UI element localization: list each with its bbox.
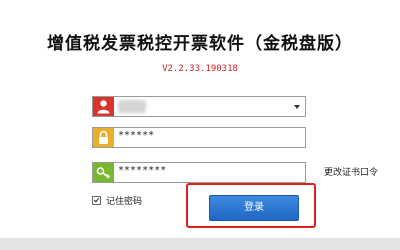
password-field[interactable]: ****** [92,127,306,148]
remember-password-label: 记住密码 [106,197,143,207]
footer-bar [0,238,400,250]
username-redacted [118,100,146,113]
chevron-down-icon[interactable] [294,105,300,109]
app-title: 增值税发票税控开票软件（金税盘版） [47,34,353,54]
version-label: V2.2.33.190318 [162,64,238,74]
password-value: ****** [118,130,155,141]
cert-password-value: ******** [118,165,167,176]
change-cert-password-link[interactable]: 更改证书口令 [324,165,378,178]
username-dropdown[interactable] [92,96,306,117]
login-button[interactable]: 登录 [209,195,299,221]
cert-password-field[interactable]: ******** [92,162,306,183]
user-icon [93,97,114,116]
checkbox-icon[interactable] [92,196,101,205]
lock-icon [93,128,114,147]
key-icon [93,163,114,182]
